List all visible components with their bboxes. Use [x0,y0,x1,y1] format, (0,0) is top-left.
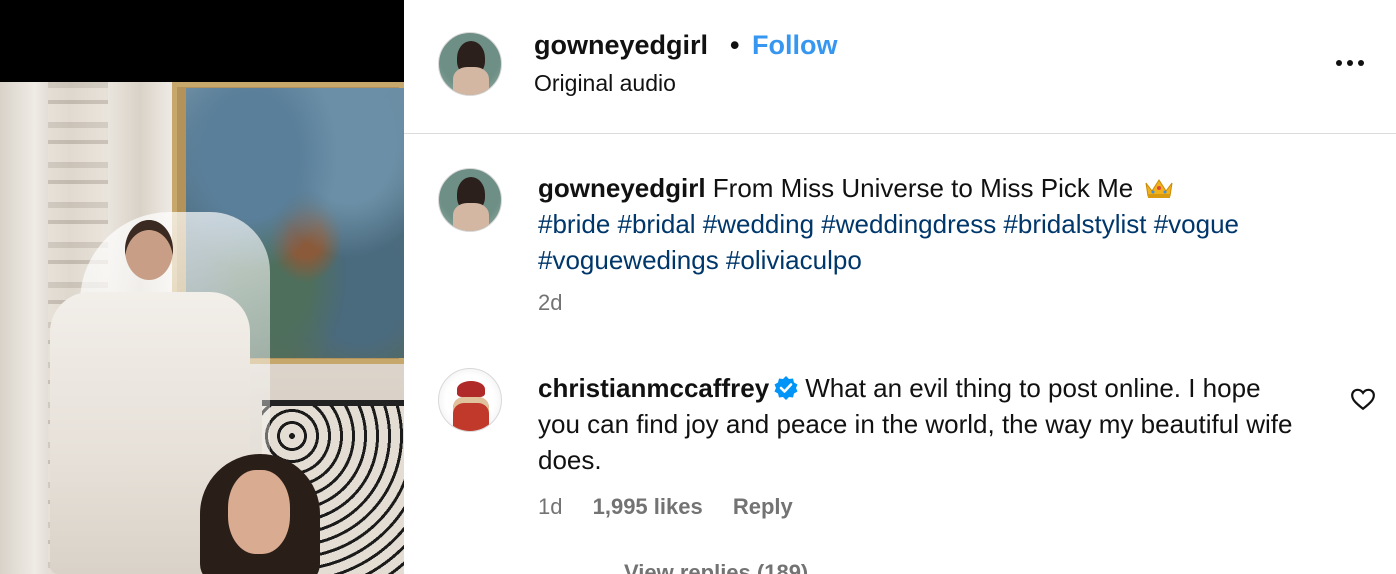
caption-author-avatar[interactable] [438,168,502,232]
video-frame [0,82,404,574]
presenter-figure [200,454,320,574]
comment-meta: 1d 1,995 likes Reply [538,494,793,520]
post-header: gowneyedgirl • Follow Original audio [404,0,1396,134]
comment-likes-count[interactable]: 1,995 likes [593,494,703,519]
crown-icon [1145,179,1173,198]
view-replies-label: View replies (189) [624,560,809,574]
verified-badge-icon [774,376,798,400]
author-username[interactable]: gowneyedgirl [534,30,708,61]
audio-label[interactable]: Original audio [534,70,676,97]
commenter-avatar[interactable] [438,368,502,432]
view-replies-button[interactable]: View replies (189) [538,560,808,574]
caption-timestamp[interactable]: 2d [538,290,562,316]
follow-button[interactable]: Follow [752,30,837,61]
separator-dot: • [730,30,740,60]
comment-username[interactable]: christianmccaffrey [538,373,769,403]
post-details-panel: gowneyedgirl • Follow Original audio gow… [404,0,1396,574]
post-video[interactable] [0,0,404,574]
caption-hashtags[interactable]: #bride #bridal #wedding #weddingdress #b… [538,209,1239,275]
heart-icon[interactable] [1350,386,1376,412]
comment-body: christianmccaffrey What an evil thing to… [538,370,1298,478]
caption-username[interactable]: gowneyedgirl [538,173,706,203]
reply-button[interactable]: Reply [733,494,793,519]
video-letterbox [0,0,404,82]
bride-head [125,220,173,280]
presenter-face [228,470,290,554]
more-horizontal-icon[interactable] [1330,50,1370,76]
post-caption: gowneyedgirl From Miss Universe to Miss … [538,170,1298,278]
author-avatar[interactable] [438,32,502,96]
comment-timestamp[interactable]: 1d [538,494,562,519]
caption-text: From Miss Universe to Miss Pick Me [705,173,1134,203]
